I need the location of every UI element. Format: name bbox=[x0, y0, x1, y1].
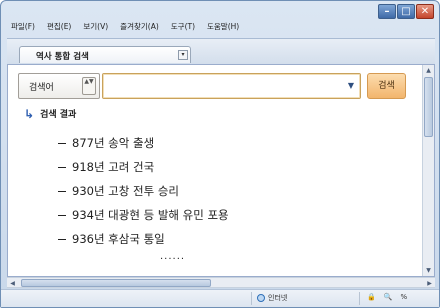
protected-mode-icon[interactable]: 🔒 bbox=[367, 293, 376, 301]
security-zone[interactable]: 인터넷 bbox=[257, 293, 287, 303]
menu-edit[interactable]: 편집(E) bbox=[47, 21, 71, 32]
scroll-up-icon[interactable]: ▲ bbox=[423, 65, 434, 76]
list-item: 936년 후삼국 통일 bbox=[58, 227, 229, 251]
vertical-scrollbar[interactable]: ▲ ▼ bbox=[422, 65, 434, 276]
zoom-icon[interactable]: 🔍 bbox=[384, 293, 393, 301]
close-button[interactable]: ✕ bbox=[416, 4, 434, 19]
list-item-text: 934년 대광현 등 발해 유민 포용 bbox=[72, 208, 229, 222]
search-button[interactable]: 검색 bbox=[367, 73, 406, 99]
status-bar: 인터넷 🔒 🔍 % bbox=[1, 289, 439, 307]
list-item-text: 918년 고려 건국 bbox=[72, 160, 155, 174]
dash-icon bbox=[58, 214, 66, 216]
tab-bar: 역사 통합 검색 ▾ bbox=[7, 38, 435, 64]
tab-label: 역사 통합 검색 bbox=[36, 52, 89, 62]
list-item-text: 936년 후삼국 통일 bbox=[72, 232, 165, 246]
dash-icon bbox=[58, 166, 66, 168]
menu-file[interactable]: 파일(F) bbox=[11, 21, 35, 32]
spinner-arrows-icon[interactable]: ▲▼ bbox=[82, 77, 96, 95]
result-list: 877년 송악 출생 918년 고려 건국 930년 고창 전투 승리 934년… bbox=[58, 131, 229, 251]
maximize-button[interactable]: □ bbox=[397, 4, 415, 19]
dash-icon bbox=[58, 142, 66, 144]
result-heading: 검색 결과 bbox=[40, 110, 77, 120]
list-item-text: 930년 고창 전투 승리 bbox=[72, 184, 179, 198]
search-field-label: 검색어 bbox=[29, 83, 54, 93]
search-input[interactable]: ▼ bbox=[102, 73, 361, 99]
scroll-down-icon[interactable]: ▼ bbox=[423, 265, 434, 276]
more-ellipsis: ...... bbox=[160, 251, 186, 262]
list-item-text: 877년 송악 출생 bbox=[72, 136, 155, 150]
scroll-left-icon[interactable]: ◀ bbox=[7, 278, 18, 289]
scroll-right-icon[interactable]: ▶ bbox=[424, 278, 435, 289]
status-divider bbox=[251, 292, 252, 305]
status-tools: 🔒 🔍 % bbox=[367, 293, 407, 301]
dropdown-arrow-icon[interactable]: ▼ bbox=[348, 81, 354, 90]
list-item: 877년 송악 출생 bbox=[58, 131, 229, 155]
menu-tools[interactable]: 도구(T) bbox=[171, 21, 195, 32]
menu-view[interactable]: 보기(V) bbox=[83, 21, 108, 32]
globe-icon bbox=[257, 294, 265, 302]
tab-dropdown-icon[interactable]: ▾ bbox=[178, 50, 188, 60]
window-controls: – □ ✕ bbox=[378, 4, 434, 19]
zone-label: 인터넷 bbox=[268, 294, 288, 302]
return-arrow-icon: ↳ bbox=[24, 106, 35, 121]
vertical-scroll-thumb[interactable] bbox=[424, 77, 433, 137]
tab-history-search[interactable]: 역사 통합 검색 ▾ bbox=[19, 46, 191, 63]
list-item: 934년 대광현 등 발해 유민 포용 bbox=[58, 203, 229, 227]
horizontal-scrollbar[interactable]: ◀ ▶ bbox=[7, 277, 435, 288]
list-item: 918년 고려 건국 bbox=[58, 155, 229, 179]
minimize-button[interactable]: – bbox=[378, 4, 396, 19]
list-item: 930년 고창 전투 승리 bbox=[58, 179, 229, 203]
horizontal-scroll-thumb[interactable] bbox=[21, 279, 211, 287]
zoom-level[interactable]: % bbox=[400, 293, 407, 301]
page-content: 검색어 ▲▼ ▼ 검색 ↳ 검색 결과 877년 송악 출생 918년 고려 건… bbox=[7, 64, 435, 277]
dash-icon bbox=[58, 190, 66, 192]
browser-window: – □ ✕ 파일(F) 편집(E) 보기(V) 즐겨찾기(A) 도구(T) 도움… bbox=[0, 0, 440, 308]
menu-bar: 파일(F) 편집(E) 보기(V) 즐겨찾기(A) 도구(T) 도움말(H) bbox=[11, 21, 239, 32]
search-field-select[interactable]: 검색어 ▲▼ bbox=[18, 73, 100, 99]
menu-help[interactable]: 도움말(H) bbox=[207, 21, 239, 32]
dash-icon bbox=[58, 238, 66, 240]
menu-favorites[interactable]: 즐겨찾기(A) bbox=[120, 21, 159, 32]
status-divider bbox=[359, 292, 360, 305]
result-header: ↳ 검색 결과 bbox=[24, 106, 77, 121]
